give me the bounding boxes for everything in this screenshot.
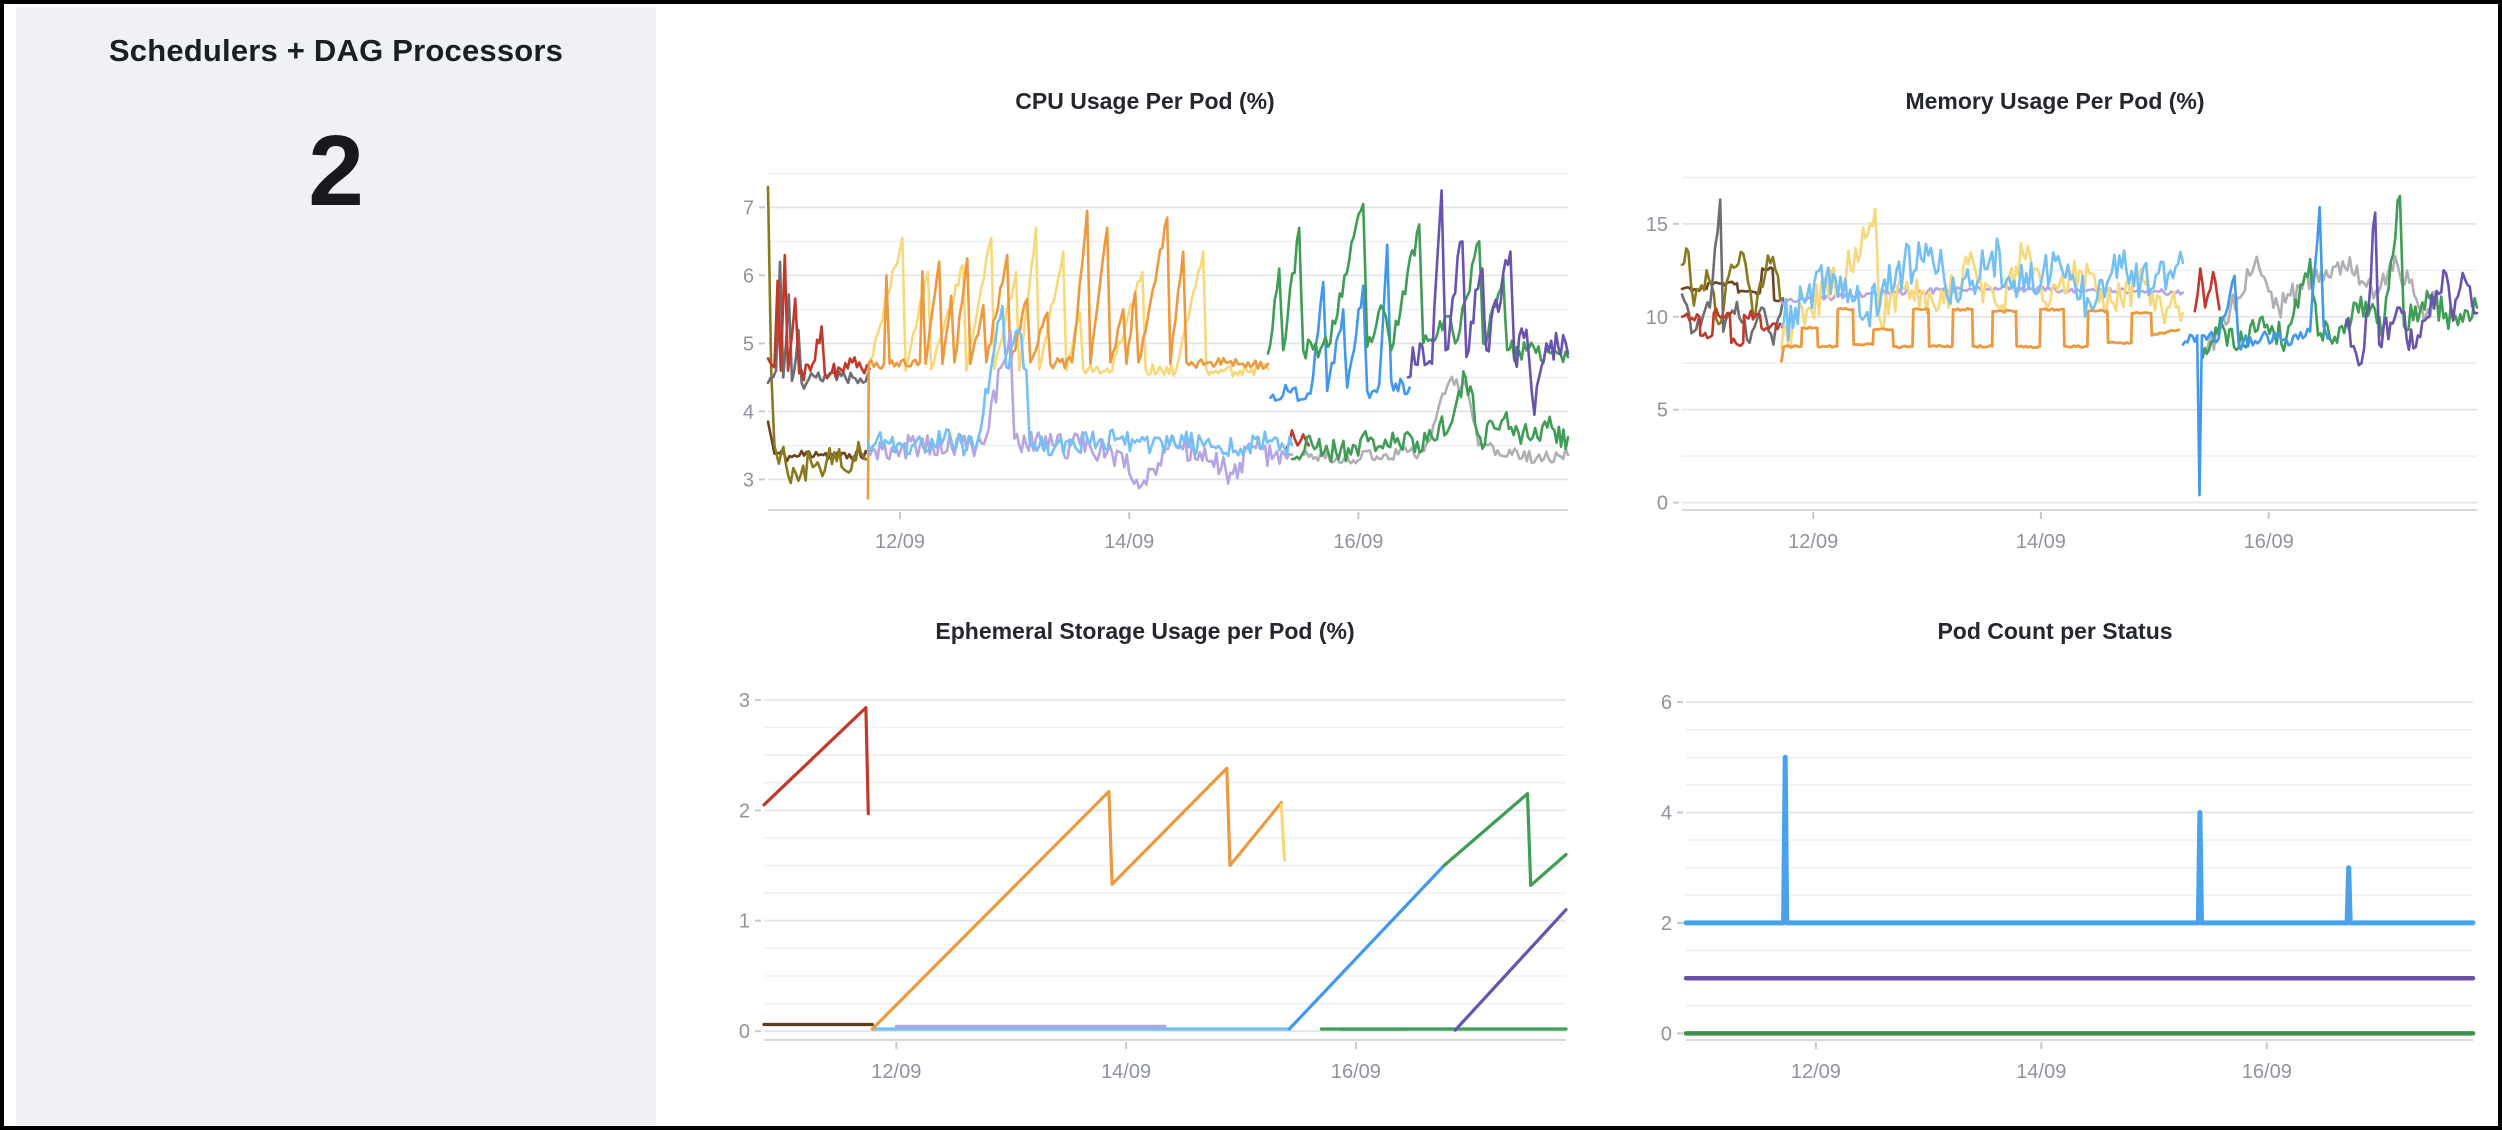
dashboard-page: Schedulers + DAG Processors 2 CPU Usage … <box>0 0 2502 1130</box>
y-tick-label: 0 <box>1661 1023 1672 1045</box>
series-group <box>764 708 1566 1031</box>
series-line-pod-purple <box>1408 190 1568 414</box>
series-line-pod-red-late <box>2195 269 2220 312</box>
y-axis-labels: 3 4 5 6 7 <box>743 197 765 491</box>
y-tick-label: 1 <box>739 911 750 933</box>
y-tick-label: 3 <box>743 469 754 491</box>
y-tick-label: 7 <box>743 197 754 219</box>
x-tick-label: 16/09 <box>1333 531 1383 553</box>
chart-cpu-usage-per-pod: CPU Usage Per Pod (%) 3 4 5 6 7 12/09 14/09 16/… <box>710 55 1580 565</box>
y-tick-label: 6 <box>743 265 754 287</box>
chart-plot-area[interactable]: 0 5 10 15 12/09 14/09 16/09 <box>1620 115 2490 565</box>
chart-title: CPU Usage Per Pod (%) <box>710 55 1580 115</box>
chart-memory-usage-per-pod: Memory Usage Per Pod (%) 0 5 10 15 12/09 14/0… <box>1620 55 2490 565</box>
x-tick-label: 12/09 <box>871 1061 921 1083</box>
x-tick-label: 16/09 <box>2244 531 2294 553</box>
y-tick-label: 6 <box>1661 692 1672 714</box>
y-tick-label: 10 <box>1646 307 1668 329</box>
series-line-pod-green-low <box>1292 371 1568 461</box>
x-axis-labels: 12/09 14/09 16/09 <box>1791 1042 2292 1083</box>
series-line-pod-green <box>2203 196 2477 358</box>
plot-svg: 0 5 10 15 12/09 14/09 16/09 <box>1620 115 2490 565</box>
x-tick-label: 16/09 <box>2242 1061 2292 1083</box>
y-tick-label: 5 <box>1657 400 1668 422</box>
series-line-pod-red <box>764 708 868 814</box>
x-tick-label: 12/09 <box>1788 531 1838 553</box>
chart-plot-area[interactable]: 0 1 2 3 12/09 14/09 16/09 <box>710 645 1580 1095</box>
y-axis-labels: 0 1 2 3 <box>739 690 761 1043</box>
series-line-pod-orange <box>872 768 1281 1029</box>
stat-panel-value: 2 <box>16 121 656 221</box>
chart-title: Ephemeral Storage Usage per Pod (%) <box>710 585 1580 645</box>
y-tick-label: 4 <box>1661 803 1672 825</box>
series-group <box>1682 196 2477 495</box>
y-tick-label: 4 <box>743 401 754 423</box>
y-tick-label: 0 <box>1657 493 1668 515</box>
y-tick-label: 0 <box>739 1021 750 1043</box>
y-tick-label: 15 <box>1646 214 1668 236</box>
x-tick-label: 14/09 <box>2016 531 2066 553</box>
x-axis-labels: 12/09 14/09 16/09 <box>1788 512 2294 553</box>
x-tick-label: 16/09 <box>1331 1061 1381 1083</box>
chart-title: Pod Count per Status <box>1620 585 2490 645</box>
minor-gridlines <box>1686 730 2473 1006</box>
y-tick-label: 2 <box>1661 913 1672 935</box>
y-tick-label: 2 <box>739 800 750 822</box>
series-line-pod-green <box>1444 794 1566 886</box>
x-axis-labels: 12/09 14/09 16/09 <box>875 512 1383 553</box>
plot-svg: 3 4 5 6 7 12/09 14/09 16/09 <box>710 115 1580 565</box>
series-line-pod-purple <box>2346 213 2477 366</box>
x-tick-label: 12/09 <box>875 531 925 553</box>
series-line-pod-brown <box>1682 268 1783 301</box>
series-line-pod-brown <box>768 422 868 462</box>
chart-title: Memory Usage Per Pod (%) <box>1620 55 2490 115</box>
x-axis-labels: 12/09 14/09 16/09 <box>871 1042 1381 1083</box>
chart-pod-count-per-status: Pod Count per Status 0 2 4 6 12/09 14/09 16/09 <box>1620 585 2490 1095</box>
x-tick-label: 14/09 <box>1104 531 1154 553</box>
stat-panel-title: Schedulers + DAG Processors <box>16 33 656 69</box>
y-tick-label: 5 <box>743 333 754 355</box>
stat-panel-schedulers: Schedulers + DAG Processors 2 <box>16 7 656 1125</box>
x-tick-label: 14/09 <box>2016 1061 2066 1083</box>
plot-svg: 0 2 4 6 12/09 14/09 16/09 <box>1620 645 2490 1095</box>
series-line-pod-green-high <box>1268 204 1568 363</box>
y-tick-label: 3 <box>739 690 750 712</box>
series-line-pod-gray <box>1682 200 1783 345</box>
plot-svg: 0 1 2 3 12/09 14/09 16/09 <box>710 645 1580 1095</box>
y-axis-labels: 0 5 10 15 <box>1646 214 1679 515</box>
chart-ephemeral-storage-usage-per-pod: Ephemeral Storage Usage per Pod (%) 0 1 2 3… <box>710 585 1580 1095</box>
x-tick-label: 12/09 <box>1791 1061 1841 1083</box>
x-tick-label: 14/09 <box>1101 1061 1151 1083</box>
series-line-pod-yellow <box>1281 805 1284 860</box>
series-line-pod-purple <box>1455 910 1566 1030</box>
series-line-pod-blue <box>1289 866 1444 1030</box>
chart-plot-area[interactable]: 0 2 4 6 12/09 14/09 16/09 <box>1620 645 2490 1095</box>
chart-plot-area[interactable]: 3 4 5 6 7 12/09 14/09 16/09 <box>710 115 1580 565</box>
y-axis-labels: 0 2 4 6 <box>1661 692 1683 1045</box>
